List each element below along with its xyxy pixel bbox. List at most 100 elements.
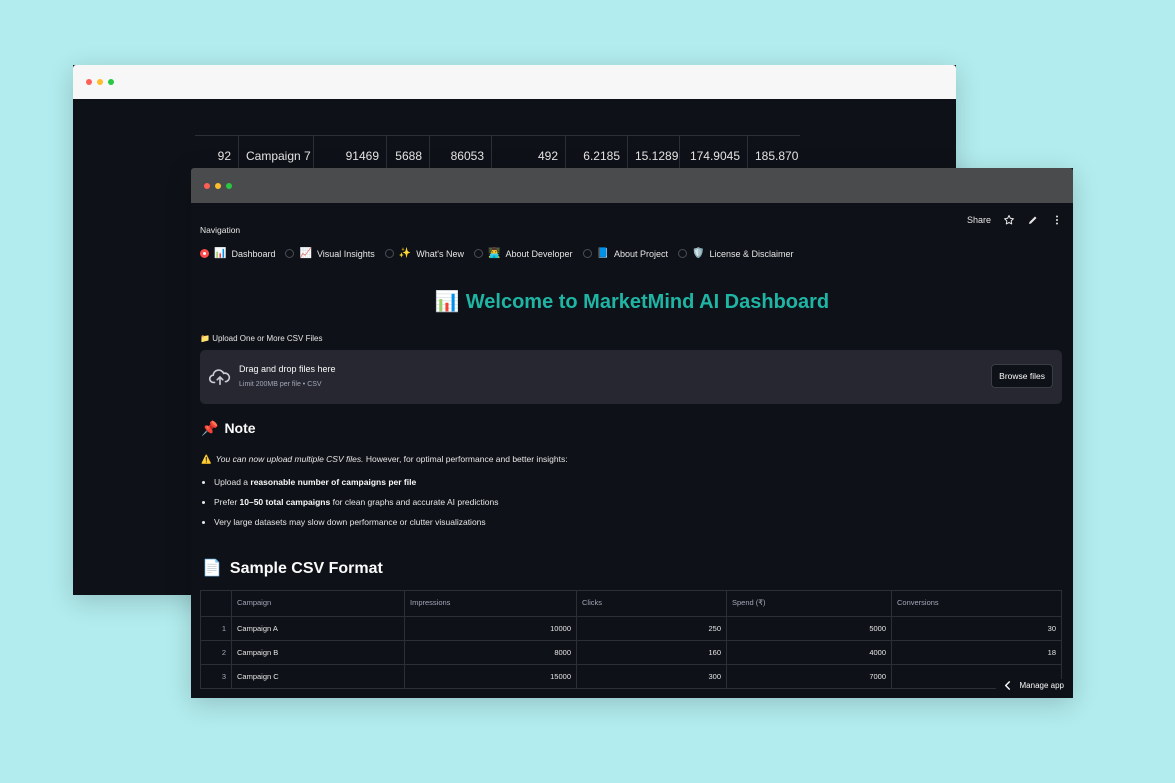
nav-option-dashboard[interactable]: 📊 Dashboard bbox=[200, 248, 275, 259]
warning-emphasis: You can now upload multiple CSV files. bbox=[215, 454, 364, 464]
folder-icon: 📁 bbox=[200, 334, 210, 343]
note-heading: 📌 Note bbox=[201, 420, 256, 437]
uploader-label-text: Upload One or More CSV Files bbox=[212, 334, 323, 343]
nav-option-about-project[interactable]: 📘 About Project bbox=[582, 248, 668, 259]
note-heading-text: Note bbox=[224, 420, 256, 436]
window-controls bbox=[204, 183, 232, 189]
app-toolbar: Share bbox=[967, 214, 1063, 226]
tips-list: Upload a reasonable number of campaigns … bbox=[201, 477, 498, 537]
table-cell[interactable]: 250 bbox=[576, 617, 726, 640]
tip-text: Upload a bbox=[214, 477, 251, 487]
tip-text: Prefer bbox=[214, 497, 240, 507]
radio-button[interactable] bbox=[677, 249, 687, 258]
maximize-window-dot[interactable] bbox=[226, 183, 232, 189]
table-cell[interactable]: Campaign C bbox=[231, 665, 404, 688]
warning-message: ⚠️ You can now upload multiple CSV files.… bbox=[201, 454, 568, 465]
navigation-label: Navigation bbox=[200, 225, 241, 235]
table-row: 2 Campaign B 8000 160 4000 18 bbox=[201, 640, 1061, 664]
radio-button[interactable] bbox=[285, 249, 295, 258]
browse-files-button[interactable]: Browse files bbox=[991, 364, 1053, 388]
nav-emoji-icon: 📈 bbox=[299, 248, 312, 259]
nav-option-label: What's New bbox=[416, 248, 464, 259]
nav-option-label: Visual Insights bbox=[316, 248, 375, 259]
nav-option-visual-insights[interactable]: 📈 Visual Insights bbox=[285, 248, 375, 259]
table-row: 3 Campaign C 15000 300 7000 bbox=[201, 664, 1061, 688]
table-cell[interactable]: Campaign A bbox=[231, 617, 404, 640]
close-window-dot[interactable] bbox=[204, 183, 210, 189]
warning-icon: ⚠️ bbox=[201, 454, 212, 464]
maximize-window-dot[interactable] bbox=[108, 79, 114, 85]
share-button[interactable]: Share bbox=[967, 215, 991, 225]
nav-option-what-s-new[interactable]: ✨ What's New bbox=[384, 248, 464, 259]
tip-list-item: Very large datasets may slow down perfor… bbox=[214, 517, 498, 527]
uploader-label: 📁 Upload One or More CSV Files bbox=[200, 334, 322, 343]
bar-chart-icon: 📊 bbox=[434, 291, 460, 313]
nav-option-label: License & Disclaimer bbox=[709, 248, 794, 259]
radio-button[interactable] bbox=[200, 249, 209, 258]
tip-text: Very large datasets may slow down perfor… bbox=[214, 517, 486, 527]
manage-app-button[interactable]: Manage app bbox=[995, 679, 1064, 692]
nav-option-label: About Developer bbox=[505, 248, 573, 259]
nav-option-license-disclaimer[interactable]: 🛡️ License & Disclaimer bbox=[677, 248, 794, 259]
window-titlebar bbox=[73, 65, 956, 99]
table-cell[interactable]: 4000 bbox=[726, 641, 891, 664]
window-titlebar bbox=[191, 168, 1073, 203]
page-title: 📊 Welcome to MarketMind AI Dashboard bbox=[191, 289, 1073, 314]
warning-text: However, for optimal performance and bet… bbox=[365, 454, 568, 464]
foreground-browser-window: Share Navigation 📊 Dashboard 📈 Visual Insig… bbox=[191, 168, 1073, 698]
close-window-dot[interactable] bbox=[86, 79, 92, 85]
kebab-menu-icon[interactable] bbox=[1051, 214, 1063, 226]
column-header[interactable]: Impressions bbox=[404, 591, 576, 616]
table-cell[interactable]: 7000 bbox=[726, 665, 891, 688]
cloud-upload-icon bbox=[209, 369, 231, 386]
tip-list-item: Upload a reasonable number of campaigns … bbox=[214, 477, 498, 487]
pencil-icon[interactable] bbox=[1027, 214, 1039, 226]
table-cell[interactable]: 30 bbox=[891, 617, 1061, 640]
row-index: 2 bbox=[221, 648, 226, 657]
column-header[interactable]: Conversions bbox=[891, 591, 1061, 616]
nav-option-label: Dashboard bbox=[231, 248, 276, 259]
manage-app-label: Manage app bbox=[1019, 681, 1064, 690]
table-cell[interactable]: 18 bbox=[891, 641, 1061, 664]
nav-emoji-icon: ✨ bbox=[398, 248, 412, 259]
page-title-text: Welcome to MarketMind AI Dashboard bbox=[465, 291, 830, 313]
minimize-window-dot[interactable] bbox=[97, 79, 103, 85]
file-dropzone[interactable]: Drag and drop files here Limit 200MB per… bbox=[200, 350, 1062, 404]
document-icon: 📄 bbox=[202, 560, 222, 577]
table-cell[interactable]: Campaign B bbox=[231, 641, 404, 664]
nav-option-about-developer[interactable]: 👨‍💻 About Developer bbox=[474, 248, 573, 259]
tip-emphasis: reasonable number of campaigns per file bbox=[250, 477, 417, 487]
nav-emoji-icon: 🛡️ bbox=[691, 248, 705, 259]
radio-button[interactable] bbox=[474, 249, 483, 258]
table-cell[interactable]: 300 bbox=[576, 665, 726, 688]
nav-emoji-icon: 👨‍💻 bbox=[488, 248, 501, 259]
column-header[interactable]: Campaign bbox=[231, 591, 404, 616]
table-header-row: Campaign Impressions Clicks Spend (₹) Co… bbox=[201, 591, 1061, 616]
sample-heading-text: Sample CSV Format bbox=[229, 560, 383, 577]
table-cell[interactable]: 5000 bbox=[726, 617, 891, 640]
sample-data-table[interactable]: Campaign Impressions Clicks Spend (₹) Co… bbox=[200, 590, 1062, 689]
row-index: 3 bbox=[221, 672, 226, 681]
sample-heading: 📄 Sample CSV Format bbox=[202, 558, 383, 578]
tip-list-item: Prefer 10–50 total campaigns for clean g… bbox=[214, 497, 498, 507]
radio-button[interactable] bbox=[384, 249, 394, 258]
table-cell[interactable]: 10000 bbox=[404, 617, 576, 640]
minimize-window-dot[interactable] bbox=[215, 183, 221, 189]
dropzone-title: Drag and drop files here bbox=[239, 364, 336, 374]
table-cell[interactable]: 15000 bbox=[404, 665, 576, 688]
radio-button[interactable] bbox=[582, 249, 592, 258]
window-controls bbox=[86, 79, 114, 85]
nav-emoji-icon: 📘 bbox=[596, 248, 609, 259]
tip-text: for clean graphs and accurate AI predict… bbox=[330, 497, 499, 507]
nav-emoji-icon: 📊 bbox=[214, 248, 227, 259]
table-cell[interactable]: 160 bbox=[576, 641, 726, 664]
column-header[interactable]: Spend (₹) bbox=[726, 591, 891, 616]
star-icon[interactable] bbox=[1003, 214, 1015, 226]
nav-option-label: About Project bbox=[613, 248, 668, 259]
pushpin-icon: 📌 bbox=[201, 420, 219, 436]
column-header[interactable]: Clicks bbox=[576, 591, 726, 616]
row-index: 1 bbox=[221, 624, 226, 633]
table-cell[interactable]: 8000 bbox=[404, 641, 576, 664]
navigation-radio-group: 📊 Dashboard 📈 Visual Insights ✨ What's New 👨‍💻… bbox=[200, 248, 793, 259]
chevron-left-icon bbox=[1004, 681, 1010, 690]
